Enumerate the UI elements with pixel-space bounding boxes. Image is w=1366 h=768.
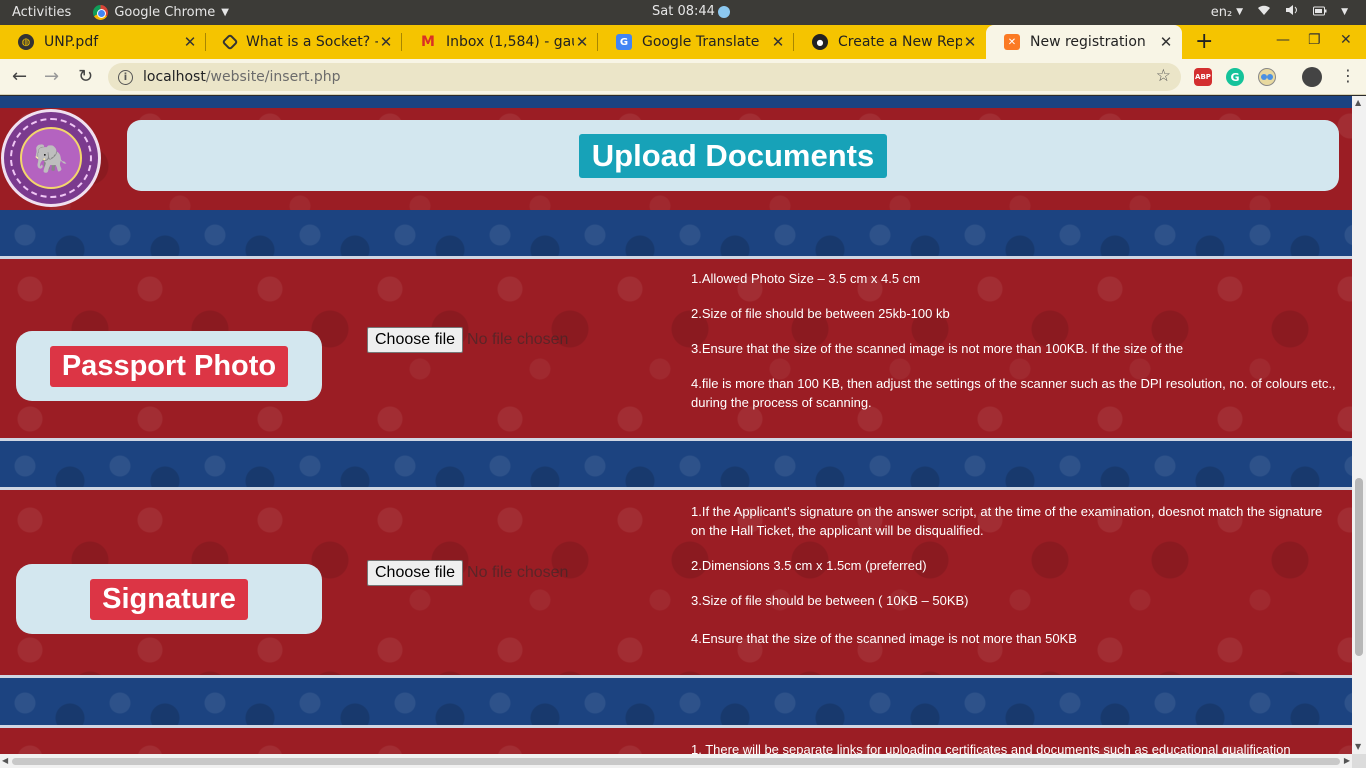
url-host: localhost — [143, 69, 206, 85]
scrollbar-thumb[interactable] — [12, 758, 1340, 765]
certificates-instructions: 1. There will be separate links for uplo… — [691, 740, 1336, 754]
clock-label: Sat 08:44 — [652, 4, 715, 19]
scroll-right-icon[interactable]: ▶ — [1344, 756, 1350, 765]
github-icon: ● — [812, 34, 828, 50]
instruction-item: 2.Dimensions 3.5 cm x 1.5cm (preferred) — [691, 558, 927, 573]
file-status: No file chosen — [467, 564, 569, 581]
back-button[interactable]: ← — [12, 66, 27, 87]
signature-file-input[interactable]: Choose file No file chosen — [367, 560, 568, 586]
separator-band — [0, 441, 1352, 487]
close-window-button[interactable]: ✕ — [1340, 32, 1352, 48]
scrollbar-thumb[interactable] — [1355, 478, 1363, 656]
close-icon[interactable]: ✕ — [378, 33, 394, 51]
wifi-icon — [1257, 4, 1271, 20]
chrome-icon — [93, 5, 109, 20]
instruction-item: 1.Allowed Photo Size – 3.5 cm x 4.5 cm — [691, 271, 921, 286]
minimize-button[interactable]: — — [1276, 32, 1290, 48]
diamond-icon — [221, 33, 239, 51]
avatar[interactable] — [1302, 67, 1322, 87]
battery-icon — [1313, 5, 1327, 20]
header-top-strip — [0, 96, 1352, 108]
scrollbar-corner — [1352, 754, 1366, 768]
choose-file-button[interactable]: Choose file — [367, 327, 464, 353]
close-icon[interactable]: ✕ — [962, 33, 978, 51]
scroll-up-icon[interactable]: ▲ — [1355, 98, 1361, 107]
app-menu-label: Google Chrome — [114, 5, 216, 20]
chevron-down-icon: ▼ — [1341, 7, 1348, 17]
tab-title: New registration — [1030, 34, 1146, 50]
passport-file-input[interactable]: Choose file No file chosen — [367, 327, 568, 353]
close-icon[interactable]: ✕ — [770, 33, 786, 51]
close-icon[interactable]: ✕ — [182, 33, 198, 51]
tab-title: UNP.pdf — [44, 34, 99, 50]
reload-button[interactable]: ↻ — [78, 66, 93, 87]
separator-band — [0, 210, 1352, 256]
activities-button[interactable]: Activities — [12, 5, 71, 20]
globe-icon: ◍ — [18, 34, 34, 50]
passport-instructions: 1.Allowed Photo Size – 3.5 cm x 4.5 cm 2… — [691, 269, 1336, 412]
instruction-item: 4.file is more than 100 KB, then adjust … — [691, 376, 1336, 410]
gmail-icon: M — [421, 34, 435, 50]
volume-icon — [1285, 4, 1299, 20]
tab-google-translate[interactable]: G Google Translate ✕ — [598, 25, 794, 59]
tab-socket[interactable]: What is a Socket? - T ✕ — [206, 25, 402, 59]
info-icon[interactable]: i — [118, 69, 133, 85]
page-title: Upload Documents — [578, 133, 888, 178]
address-bar[interactable]: i localhost /website/insert.php ☆ — [108, 63, 1181, 91]
scroll-down-icon[interactable]: ▼ — [1355, 742, 1361, 751]
menu-icon[interactable]: ⋮ — [1340, 66, 1356, 85]
translate-icon: G — [616, 34, 632, 50]
instruction-item: 4.Ensure that the size of the scanned im… — [691, 631, 1077, 646]
xampp-icon: ✕ — [1004, 34, 1020, 50]
file-status: No file chosen — [467, 331, 569, 348]
university-logo: 🐘 — [1, 109, 101, 207]
tab-title: Inbox (1,584) - gaur — [446, 34, 574, 50]
chevron-down-icon: ▼ — [221, 7, 229, 18]
app-menu[interactable]: Google Chrome ▼ — [93, 5, 229, 20]
signature-label: Signature — [90, 578, 248, 620]
vertical-scrollbar[interactable]: ▲ ▼ — [1352, 96, 1366, 754]
new-tab-button[interactable]: + — [1195, 29, 1213, 54]
instruction-item: 3.Size of file should be between ( 10KB … — [691, 593, 969, 608]
passport-photo-label: Passport Photo — [49, 345, 289, 387]
passport-label-card: Passport Photo — [16, 331, 322, 401]
keyboard-layout[interactable]: en₂ — [1211, 5, 1232, 20]
star-icon[interactable]: ☆ — [1156, 66, 1171, 86]
header-card: Upload Documents — [127, 120, 1339, 191]
notification-icon — [717, 5, 730, 18]
tab-title: Create a New Repo — [838, 34, 962, 50]
tab-title: What is a Socket? - T — [246, 34, 378, 50]
tab-title: Google Translate — [642, 34, 760, 50]
page-viewport: 🐘 Upload Documents Passport Photo Choose… — [0, 96, 1352, 754]
system-top-bar: Activities Google Chrome ▼ Sat 08:44 en₂… — [0, 0, 1366, 25]
forward-button[interactable]: → — [44, 66, 59, 87]
tab-create-repo[interactable]: ● Create a New Repo ✕ — [794, 25, 986, 59]
separator-band — [0, 678, 1352, 725]
scroll-left-icon[interactable]: ◀ — [2, 756, 8, 765]
instruction-item: 2.Size of file should be between 25kb-10… — [691, 306, 950, 321]
close-icon[interactable]: ✕ — [574, 33, 590, 51]
instruction-item: 1.If the Applicant's signature on the an… — [691, 504, 1323, 538]
close-icon[interactable]: ✕ — [1158, 33, 1174, 51]
horizontal-scrollbar[interactable]: ◀ ▶ — [0, 754, 1352, 768]
choose-file-button[interactable]: Choose file — [367, 560, 464, 586]
instruction-item: 1. There will be separate links for uplo… — [691, 742, 1291, 754]
signature-label-card: Signature — [16, 564, 322, 634]
restore-button[interactable]: ❐ — [1308, 32, 1321, 48]
browser-toolbar: ← → ↻ i localhost /website/insert.php ☆ … — [0, 59, 1366, 95]
tab-new-registration[interactable]: ✕ New registration ✕ — [986, 25, 1182, 59]
signature-instructions: 1.If the Applicant's signature on the an… — [691, 502, 1336, 648]
grammarly-icon[interactable]: G — [1226, 68, 1244, 86]
system-tray[interactable]: en₂ ▼ ▼ — [1211, 4, 1348, 20]
tab-strip: ◍ UNP.pdf ✕ What is a Socket? - T ✕ M In… — [0, 25, 1366, 59]
url-path: /website/insert.php — [205, 69, 341, 85]
instruction-item: 3.Ensure that the size of the scanned im… — [691, 341, 1184, 356]
adblock-plus-icon[interactable]: ABP — [1194, 68, 1212, 86]
tab-unp-pdf[interactable]: ◍ UNP.pdf ✕ — [0, 25, 206, 59]
chevron-down-icon: ▼ — [1236, 7, 1244, 17]
tab-inbox[interactable]: M Inbox (1,584) - gaur ✕ — [402, 25, 598, 59]
extension-face-icon[interactable] — [1258, 68, 1276, 86]
clock[interactable]: Sat 08:44 — [652, 4, 730, 19]
